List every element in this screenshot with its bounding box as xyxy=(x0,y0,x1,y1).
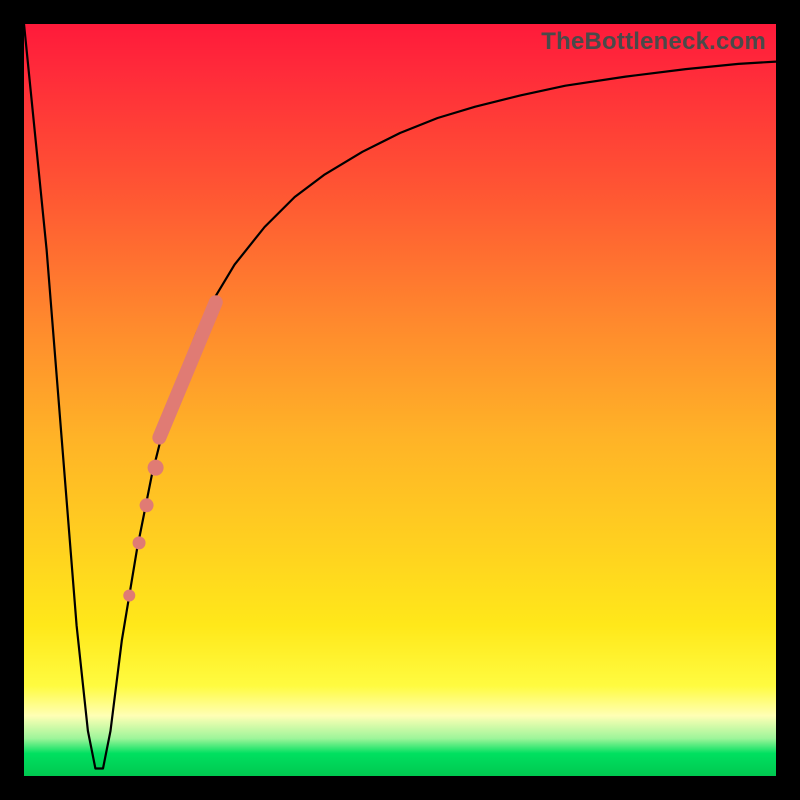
bottleneck-chart xyxy=(24,24,776,776)
chart-frame: TheBottleneck.com xyxy=(0,0,800,800)
marker-dot xyxy=(140,498,154,512)
marker-dot xyxy=(123,590,135,602)
marker-dots xyxy=(123,460,163,602)
marker-stroke xyxy=(159,302,215,437)
plot-area: TheBottleneck.com xyxy=(24,24,776,776)
marker-dot xyxy=(133,536,146,549)
marker-dot xyxy=(148,460,164,476)
bottleneck-curve xyxy=(24,24,776,769)
